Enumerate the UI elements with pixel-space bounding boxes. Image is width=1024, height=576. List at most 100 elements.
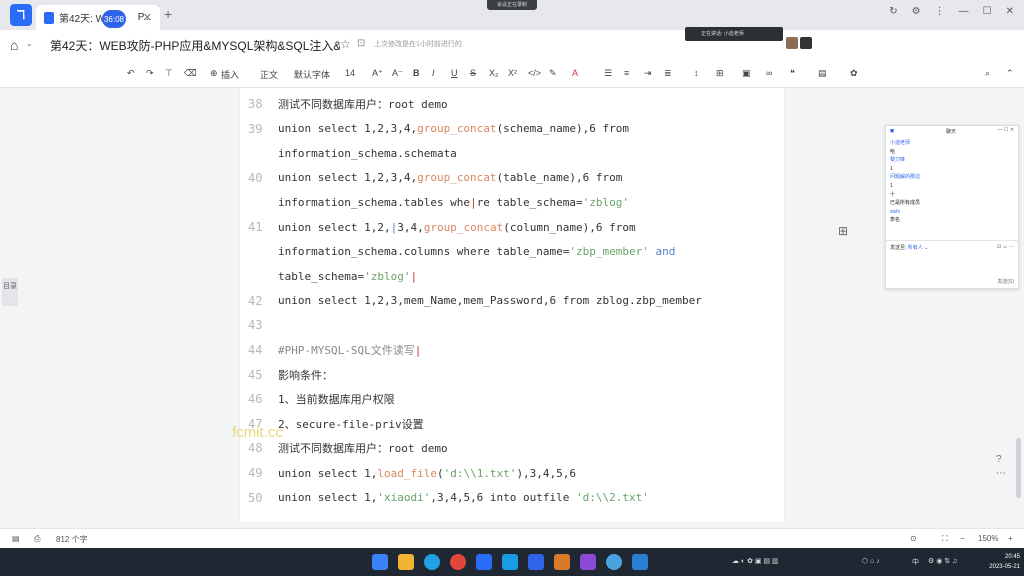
outline-icon[interactable]: ▤ <box>12 534 20 543</box>
format-painter-icon[interactable]: ⊤ <box>165 68 173 79</box>
font-color-icon[interactable]: A <box>572 68 578 78</box>
sublime-icon[interactable] <box>554 554 570 570</box>
bold-icon[interactable]: B <box>413 68 420 78</box>
code-token: | <box>470 195 477 209</box>
redo-icon[interactable]: ↷ <box>146 68 154 79</box>
chat-window-controls[interactable]: — ☐ ✕ <box>998 127 1014 133</box>
bullet-list-icon[interactable]: ☰ <box>604 68 612 79</box>
superscript-icon[interactable]: X² <box>508 68 517 78</box>
vertical-scrollbar[interactable] <box>1016 438 1021 498</box>
line-spacing-icon[interactable]: ↕ <box>694 68 699 78</box>
zoom-out-icon[interactable]: − <box>960 534 965 543</box>
chat-message: 小迪老师 <box>890 140 911 146</box>
refresh-icon[interactable]: ↻ <box>889 6 897 17</box>
fullscreen-icon[interactable]: ⛶ <box>942 534 948 544</box>
browser-tab-strip: ℸ 第42天: WE P... ✕ 36:08 + 会议正在录制 ↻ ⚙ ⋮ —… <box>0 0 1024 30</box>
avatar[interactable] <box>786 37 798 49</box>
system-clock[interactable]: 20:45 2023-05-21 <box>980 552 1020 572</box>
block-icon[interactable]: ▤ <box>818 68 827 79</box>
start-icon[interactable] <box>372 554 388 570</box>
line-number: 44 <box>248 343 263 357</box>
p-app-icon[interactable] <box>528 554 544 570</box>
new-tab-button[interactable]: + <box>164 6 172 22</box>
clear-format-icon[interactable]: ⌫ <box>184 68 197 79</box>
chevron-down-icon[interactable]: ⌄ <box>26 39 33 48</box>
indent-icon[interactable]: ⇥ <box>644 68 652 79</box>
minimize-icon[interactable]: — <box>959 6 969 17</box>
docs-app-icon[interactable] <box>476 554 492 570</box>
star-icon[interactable]: ☆ <box>340 37 351 51</box>
underline-icon[interactable]: U <box>451 68 458 78</box>
tray-icons[interactable]: ☁ ◐ ✿ ▣ ▤ ▥ <box>732 557 779 565</box>
insert-icon[interactable]: ⊕ <box>210 68 218 79</box>
phpstorm-icon[interactable] <box>580 554 596 570</box>
zoom-level[interactable]: 150% <box>978 534 998 543</box>
chat-tools[interactable]: ⊡ ☺ ⋯ <box>997 244 1014 250</box>
save-status-text: 上次修改是在1小时前进行的 <box>374 41 462 48</box>
decrease-font-icon[interactable]: A⁻ <box>392 68 403 79</box>
search-icon[interactable]: ⌕ <box>985 68 990 79</box>
strikethrough-icon[interactable]: S <box>470 68 476 78</box>
vscode-icon[interactable] <box>632 554 648 570</box>
floating-tools[interactable]: ? ⋯ <box>996 453 1006 481</box>
send-to-selector[interactable]: 发送至: 所有人 ⌄ <box>890 244 928 251</box>
edge-icon[interactable] <box>424 554 440 570</box>
app-logo-icon[interactable]: ℸ <box>10 4 32 26</box>
paragraph-style-select[interactable]: 正文 <box>260 68 278 81</box>
document-title[interactable]: 第42天：WEB攻防-PHP应用&MYSQL架构&SQL注入&... <box>50 37 340 54</box>
document-page[interactable]: 38 测试不同数据库用户：root demo 39 union select 1,2,… <box>240 88 784 522</box>
align-icon[interactable]: ≣ <box>664 68 672 79</box>
collapse-toolbar-icon[interactable]: ⌃ <box>1006 68 1014 79</box>
chat-message: 十 <box>890 191 896 198</box>
italic-icon[interactable]: I <box>432 68 435 78</box>
editor-canvas: 38 测试不同数据库用户：root demo 39 union select 1,2,… <box>0 88 1024 528</box>
image-icon[interactable]: ▣ <box>742 68 751 79</box>
font-size-select[interactable]: 14 <box>345 68 355 78</box>
windows-taskbar: ☁ ◐ ✿ ▣ ▤ ▥ ⬡ ⌂ ♪ 中 ⚙ ◉ ⇅ ♫ 20:45 2023-0… <box>0 548 1024 576</box>
numbered-list-icon[interactable]: ≡ <box>624 68 629 78</box>
home-icon[interactable]: ⌂ <box>10 37 18 53</box>
close-window-icon[interactable]: ✕ <box>1006 6 1014 17</box>
meeting-app-icon[interactable] <box>502 554 518 570</box>
code-icon[interactable]: </> <box>528 68 541 78</box>
code-token: 'zblog' <box>582 195 630 209</box>
code-token: #PHP-MYSQL-SQL文件读写 <box>278 344 415 357</box>
code-text: union select 1,2,3,4,group_concat(schema… <box>278 122 629 135</box>
word-count[interactable]: 812 个字 <box>56 534 88 545</box>
table-icon[interactable]: ⊞ <box>716 68 724 79</box>
focus-icon[interactable]: ⊙ <box>910 534 917 543</box>
code-text: 影响条件： <box>278 367 333 383</box>
zoom-in-icon[interactable]: + <box>1008 534 1013 543</box>
settings-icon[interactable]: ⚙ <box>912 6 921 17</box>
font-family-select[interactable]: 默认字体 <box>294 68 330 81</box>
code-text: information_schema.schemata <box>278 147 457 160</box>
increase-font-icon[interactable]: A⁺ <box>372 68 383 79</box>
more-icon[interactable]: ⋮ <box>935 6 945 17</box>
tray-more-icons[interactable]: ⬡ ⌂ ♪ <box>862 557 880 565</box>
undo-icon[interactable]: ↶ <box>127 68 135 79</box>
quote-icon[interactable]: ❝ <box>790 68 795 79</box>
highlight-icon[interactable]: ✎ <box>549 68 557 79</box>
system-tray-icons[interactable]: ⚙ ◉ ⇅ ♫ <box>928 557 957 565</box>
print-icon[interactable]: ⎙ <box>34 534 40 544</box>
code-token: 影响条件： <box>278 368 333 382</box>
code-token: group_concat <box>417 171 497 185</box>
code-token: union select 1,2,3,4, <box>278 122 418 136</box>
outline-toggle[interactable]: 目录 <box>2 278 18 306</box>
chrome-icon[interactable] <box>450 554 466 570</box>
insert-menu[interactable]: 插入 <box>221 68 239 81</box>
input-language[interactable]: 中 <box>912 557 919 567</box>
plugin-icon[interactable]: ✿ <box>850 68 858 79</box>
add-comment-icon[interactable]: ⊞ <box>838 224 848 238</box>
avatar[interactable] <box>800 37 812 49</box>
tab-document[interactable]: 第42天: WE P... ✕ <box>36 5 160 30</box>
subscript-icon[interactable]: X₂ <box>489 68 499 78</box>
maximize-icon[interactable]: ☐ <box>983 6 992 17</box>
send-button[interactable]: 发送(S) <box>997 278 1014 285</box>
browser-icon[interactable] <box>606 554 622 570</box>
line-number: 43 <box>248 318 263 333</box>
close-tab-icon[interactable]: ✕ <box>143 11 152 24</box>
file-explorer-icon[interactable] <box>398 554 414 570</box>
recording-timer-badge: 36:08 <box>102 10 126 28</box>
link-icon[interactable]: ∞ <box>766 68 772 78</box>
